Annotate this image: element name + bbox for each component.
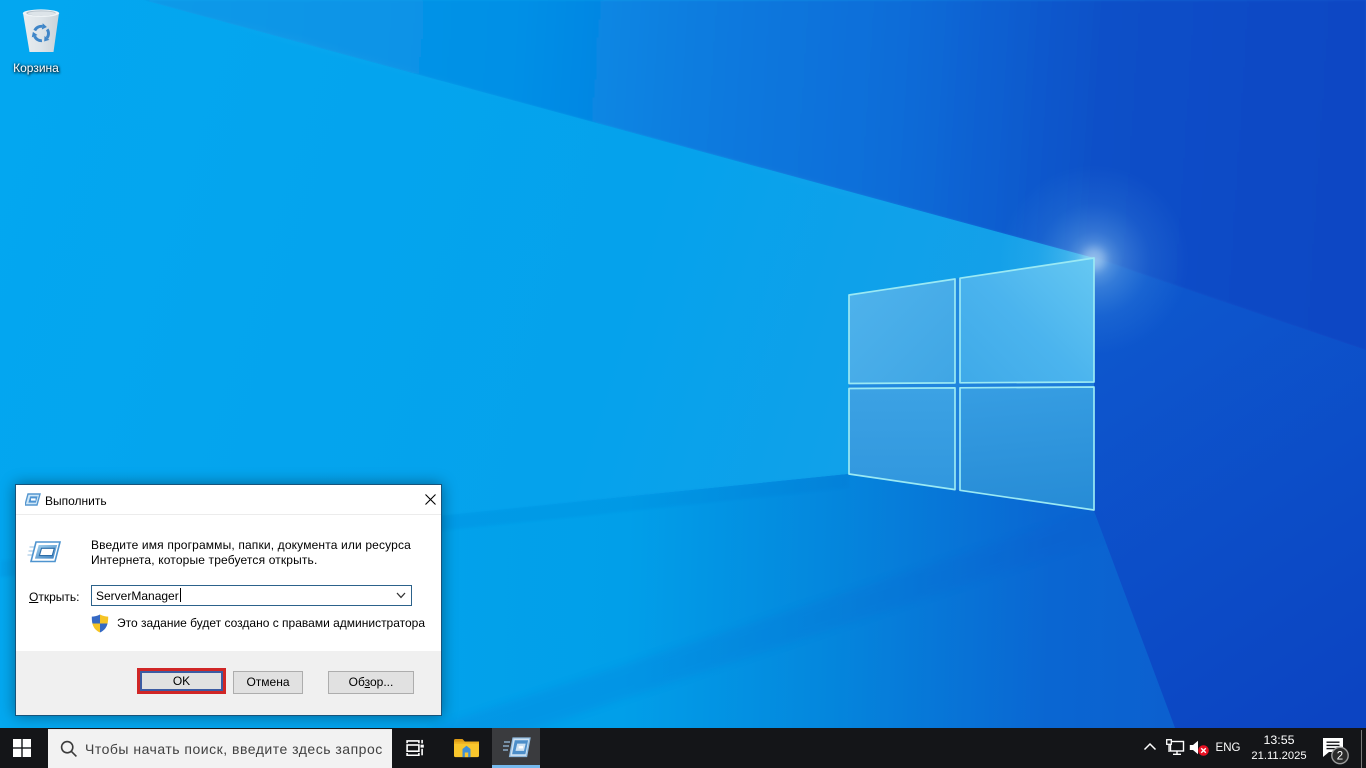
svg-text:2: 2	[1337, 751, 1343, 763]
